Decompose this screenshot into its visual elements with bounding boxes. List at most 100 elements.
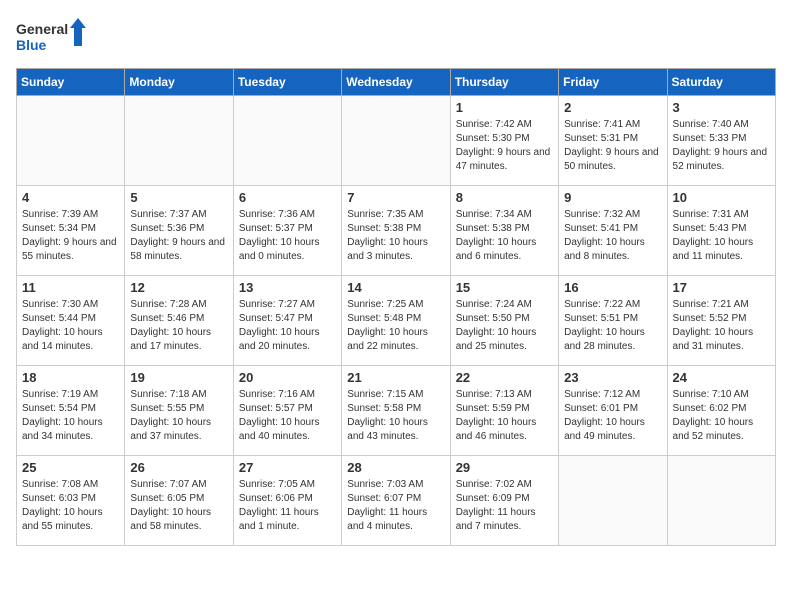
day-info: Sunrise: 7:25 AMSunset: 5:48 PMDaylight:… <box>347 298 444 354</box>
day-info: Sunrise: 7:10 AMSunset: 6:02 PMDaylight:… <box>673 388 770 444</box>
week-row-4: 18 Sunrise: 7:19 AMSunset: 5:54 PMDayligh… <box>17 366 776 456</box>
day-number: 25 <box>22 460 119 475</box>
day-cell: 21 Sunrise: 7:15 AMSunset: 5:58 PMDayligh… <box>342 366 450 456</box>
day-cell: 25 Sunrise: 7:08 AMSunset: 6:03 PMDayligh… <box>17 456 125 546</box>
day-cell <box>125 96 233 186</box>
week-row-5: 25 Sunrise: 7:08 AMSunset: 6:03 PMDayligh… <box>17 456 776 546</box>
day-info: Sunrise: 7:03 AMSunset: 6:07 PMDaylight:… <box>347 478 444 534</box>
day-number: 2 <box>564 100 661 115</box>
day-number: 1 <box>456 100 553 115</box>
day-cell: 7 Sunrise: 7:35 AMSunset: 5:38 PMDaylight… <box>342 186 450 276</box>
day-cell: 9 Sunrise: 7:32 AMSunset: 5:41 PMDaylight… <box>559 186 667 276</box>
day-cell: 1 Sunrise: 7:42 AMSunset: 5:30 PMDaylight… <box>450 96 558 186</box>
day-number: 24 <box>673 370 770 385</box>
day-number: 28 <box>347 460 444 475</box>
day-cell: 20 Sunrise: 7:16 AMSunset: 5:57 PMDayligh… <box>233 366 341 456</box>
column-header-friday: Friday <box>559 69 667 96</box>
day-info: Sunrise: 7:08 AMSunset: 6:03 PMDaylight:… <box>22 478 119 534</box>
day-info: Sunrise: 7:12 AMSunset: 6:01 PMDaylight:… <box>564 388 661 444</box>
day-cell: 29Sunrise: 7:02 AMSunset: 6:09 PMDayligh… <box>450 456 558 546</box>
week-row-3: 11 Sunrise: 7:30 AMSunset: 5:44 PMDayligh… <box>17 276 776 366</box>
day-cell: 4 Sunrise: 7:39 AMSunset: 5:34 PMDaylight… <box>17 186 125 276</box>
day-number: 8 <box>456 190 553 205</box>
day-number: 15 <box>456 280 553 295</box>
day-number: 17 <box>673 280 770 295</box>
day-number: 21 <box>347 370 444 385</box>
day-info: Sunrise: 7:35 AMSunset: 5:38 PMDaylight:… <box>347 208 444 264</box>
day-cell: 16 Sunrise: 7:22 AMSunset: 5:51 PMDayligh… <box>559 276 667 366</box>
day-cell: 2 Sunrise: 7:41 AMSunset: 5:31 PMDaylight… <box>559 96 667 186</box>
day-number: 22 <box>456 370 553 385</box>
day-cell: 17Sunrise: 7:21 AMSunset: 5:52 PMDayligh… <box>667 276 775 366</box>
day-number: 27 <box>239 460 336 475</box>
day-info: Sunrise: 7:16 AMSunset: 5:57 PMDaylight:… <box>239 388 336 444</box>
calendar-table: SundayMondayTuesdayWednesdayThursdayFrid… <box>16 68 776 546</box>
day-info: Sunrise: 7:24 AMSunset: 5:50 PMDaylight:… <box>456 298 553 354</box>
day-cell: 6Sunrise: 7:36 AMSunset: 5:37 PMDaylight… <box>233 186 341 276</box>
day-number: 3 <box>673 100 770 115</box>
day-cell <box>667 456 775 546</box>
day-cell <box>17 96 125 186</box>
day-cell: 23 Sunrise: 7:12 AMSunset: 6:01 PMDayligh… <box>559 366 667 456</box>
day-cell: 10 Sunrise: 7:31 AMSunset: 5:43 PMDayligh… <box>667 186 775 276</box>
day-info: Sunrise: 7:05 AMSunset: 6:06 PMDaylight:… <box>239 478 336 534</box>
day-cell <box>342 96 450 186</box>
column-header-sunday: Sunday <box>17 69 125 96</box>
day-number: 13 <box>239 280 336 295</box>
svg-text:Blue: Blue <box>16 37 47 53</box>
day-cell: 24 Sunrise: 7:10 AMSunset: 6:02 PMDayligh… <box>667 366 775 456</box>
day-number: 16 <box>564 280 661 295</box>
day-number: 6 <box>239 190 336 205</box>
day-cell: 15 Sunrise: 7:24 AMSunset: 5:50 PMDayligh… <box>450 276 558 366</box>
column-header-saturday: Saturday <box>667 69 775 96</box>
day-number: 14 <box>347 280 444 295</box>
column-header-tuesday: Tuesday <box>233 69 341 96</box>
day-info: Sunrise: 7:18 AMSunset: 5:55 PMDaylight:… <box>130 388 227 444</box>
day-number: 26 <box>130 460 227 475</box>
column-header-wednesday: Wednesday <box>342 69 450 96</box>
day-cell: 5 Sunrise: 7:37 AMSunset: 5:36 PMDaylight… <box>125 186 233 276</box>
day-info: Sunrise: 7:30 AMSunset: 5:44 PMDaylight:… <box>22 298 119 354</box>
day-number: 10 <box>673 190 770 205</box>
day-number: 5 <box>130 190 227 205</box>
day-cell: 28 Sunrise: 7:03 AMSunset: 6:07 PMDayligh… <box>342 456 450 546</box>
day-number: 18 <box>22 370 119 385</box>
day-cell: 12Sunrise: 7:28 AMSunset: 5:46 PMDayligh… <box>125 276 233 366</box>
day-info: Sunrise: 7:39 AMSunset: 5:34 PMDaylight:… <box>22 208 119 264</box>
day-number: 9 <box>564 190 661 205</box>
day-number: 11 <box>22 280 119 295</box>
day-cell: 8 Sunrise: 7:34 AMSunset: 5:38 PMDaylight… <box>450 186 558 276</box>
day-cell: 3Sunrise: 7:40 AMSunset: 5:33 PMDaylight… <box>667 96 775 186</box>
day-cell: 19 Sunrise: 7:18 AMSunset: 5:55 PMDayligh… <box>125 366 233 456</box>
week-row-2: 4 Sunrise: 7:39 AMSunset: 5:34 PMDaylight… <box>17 186 776 276</box>
day-number: 19 <box>130 370 227 385</box>
day-cell: 26 Sunrise: 7:07 AMSunset: 6:05 PMDayligh… <box>125 456 233 546</box>
day-cell: 18 Sunrise: 7:19 AMSunset: 5:54 PMDayligh… <box>17 366 125 456</box>
day-info: Sunrise: 7:22 AMSunset: 5:51 PMDaylight:… <box>564 298 661 354</box>
day-info: Sunrise: 7:27 AMSunset: 5:47 PMDaylight:… <box>239 298 336 354</box>
day-cell: 27 Sunrise: 7:05 AMSunset: 6:06 PMDayligh… <box>233 456 341 546</box>
day-info: Sunrise: 7:42 AMSunset: 5:30 PMDaylight:… <box>456 118 553 174</box>
day-cell <box>559 456 667 546</box>
day-cell: 13 Sunrise: 7:27 AMSunset: 5:47 PMDayligh… <box>233 276 341 366</box>
logo: General Blue <box>16 16 86 60</box>
day-info: Sunrise: 7:41 AMSunset: 5:31 PMDaylight:… <box>564 118 661 174</box>
day-number: 23 <box>564 370 661 385</box>
day-number: 7 <box>347 190 444 205</box>
svg-text:General: General <box>16 21 68 37</box>
day-number: 12 <box>130 280 227 295</box>
day-info: Sunrise: 7:07 AMSunset: 6:05 PMDaylight:… <box>130 478 227 534</box>
day-number: 4 <box>22 190 119 205</box>
day-info: Sunrise: 7:37 AMSunset: 5:36 PMDaylight:… <box>130 208 227 264</box>
page-header: General Blue <box>16 16 776 60</box>
column-header-monday: Monday <box>125 69 233 96</box>
day-info: Sunrise: 7:19 AMSunset: 5:54 PMDaylight:… <box>22 388 119 444</box>
day-cell: 22Sunrise: 7:13 AMSunset: 5:59 PMDayligh… <box>450 366 558 456</box>
day-info: Sunrise: 7:15 AMSunset: 5:58 PMDaylight:… <box>347 388 444 444</box>
day-info: Sunrise: 7:02 AMSunset: 6:09 PMDaylight:… <box>456 478 553 534</box>
day-info: Sunrise: 7:32 AMSunset: 5:41 PMDaylight:… <box>564 208 661 264</box>
day-info: Sunrise: 7:34 AMSunset: 5:38 PMDaylight:… <box>456 208 553 264</box>
day-info: Sunrise: 7:31 AMSunset: 5:43 PMDaylight:… <box>673 208 770 264</box>
day-number: 20 <box>239 370 336 385</box>
day-cell <box>233 96 341 186</box>
